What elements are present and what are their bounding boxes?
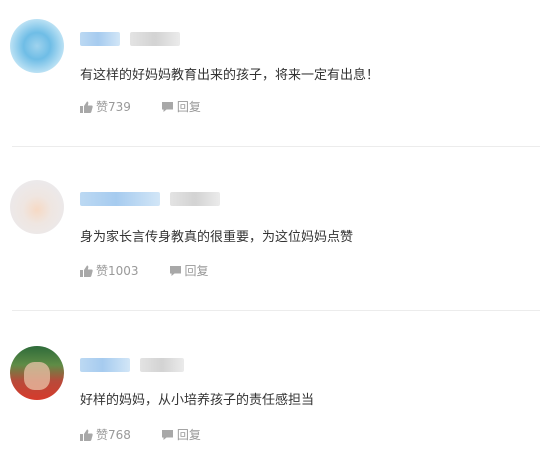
like-button[interactable]: 赞739 xyxy=(80,98,131,115)
reply-label: 回复 xyxy=(176,100,201,114)
speech-bubble-icon xyxy=(169,265,181,276)
comment-item: 好样的妈妈，从小培养孩子的责任感担当 赞768 回复 xyxy=(0,311,540,455)
timestamp-blurred xyxy=(130,32,180,46)
reply-label: 回复 xyxy=(184,264,209,278)
comment-item: 有这样的好妈妈教育出来的孩子，将来一定有出息！ 赞739 回复 xyxy=(0,0,540,146)
comment-actions: 赞739 回复 xyxy=(80,98,231,115)
comment-actions: 赞1003 回复 xyxy=(80,262,239,279)
speech-bubble-icon xyxy=(161,101,173,112)
comment-text: 身为家长言传身教真的很重要，为这位妈妈点赞 xyxy=(80,230,354,245)
like-count: 赞768 xyxy=(96,428,131,442)
thumbs-up-icon xyxy=(80,265,93,277)
comment-text: 好样的妈妈，从小培养孩子的责任感担当 xyxy=(80,393,315,408)
speech-bubble-icon xyxy=(161,429,173,440)
like-button[interactable]: 赞768 xyxy=(80,426,131,443)
reply-button[interactable]: 回复 xyxy=(161,98,201,115)
like-count: 赞739 xyxy=(96,100,131,114)
avatar[interactable] xyxy=(10,180,64,234)
thumbs-up-icon xyxy=(80,429,93,441)
thumbs-up-icon xyxy=(80,101,93,113)
timestamp-blurred xyxy=(170,192,220,206)
username-blurred[interactable] xyxy=(80,192,160,206)
reply-button[interactable]: 回复 xyxy=(169,262,209,279)
reply-label: 回复 xyxy=(176,428,201,442)
reply-button[interactable]: 回复 xyxy=(161,426,201,443)
like-button[interactable]: 赞1003 xyxy=(80,262,139,279)
username-blurred[interactable] xyxy=(80,32,120,46)
avatar[interactable] xyxy=(10,346,64,400)
comment-item: 身为家长言传身教真的很重要，为这位妈妈点赞 赞1003 回复 xyxy=(0,147,540,310)
username-blurred[interactable] xyxy=(80,358,130,372)
comment-actions: 赞768 回复 xyxy=(80,426,231,443)
like-count: 赞1003 xyxy=(96,264,139,278)
comment-text: 有这样的好妈妈教育出来的孩子，将来一定有出息！ xyxy=(80,68,380,83)
avatar[interactable] xyxy=(10,19,64,73)
timestamp-blurred xyxy=(140,358,184,372)
